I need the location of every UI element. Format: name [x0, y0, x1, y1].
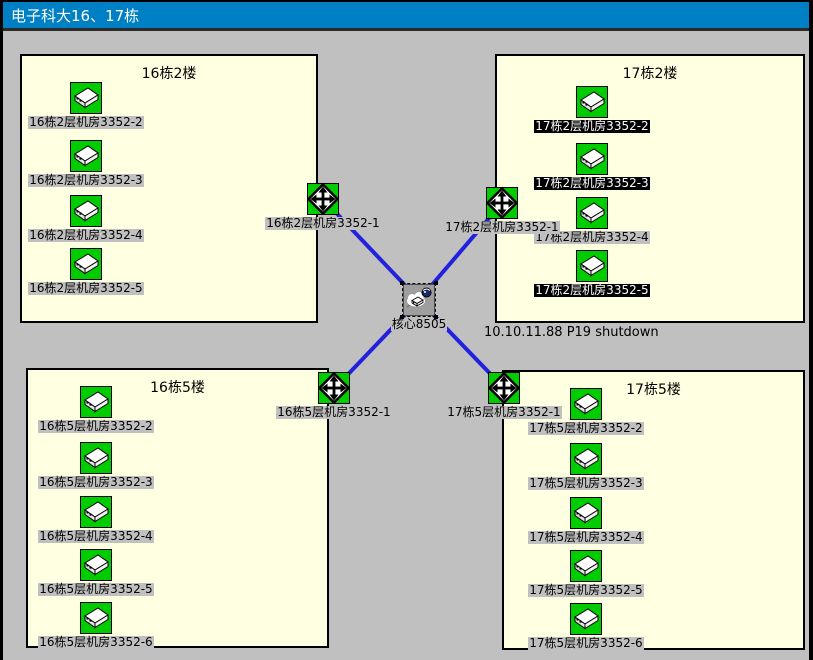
window-title: 电子科大16、17栋 [11, 5, 139, 26]
switch-icon [70, 248, 102, 280]
selection-handle [434, 281, 438, 285]
device-label: 17栋2层机房3352-1 [444, 221, 559, 234]
device-label: 16栋2层机房3352-2 [28, 116, 143, 129]
selection-handle [434, 315, 438, 319]
device-label: 17栋2层机房3352-2 [534, 120, 649, 133]
router-icon [486, 187, 518, 219]
switch-node-17f2-3352-3[interactable]: 17栋2层机房3352-3 [522, 143, 662, 190]
switch-icon [570, 497, 602, 529]
switch-icon [80, 496, 112, 528]
router-icon [307, 183, 339, 215]
switch-node-17f5-3352-4[interactable]: 17栋5层机房3352-4 [516, 497, 656, 544]
switch-node-16f5-3352-4[interactable]: 16栋5层机房3352-4 [26, 496, 166, 543]
selection-handle [400, 281, 404, 285]
device-label: 17栋5层机房3352-3 [528, 477, 643, 490]
switch-node-16f2-3352-3[interactable]: 16栋2层机房3352-3 [16, 140, 156, 187]
switch-icon [70, 140, 102, 172]
router-node-16f2-3352-1[interactable]: 16栋2层机房3352-1 [253, 183, 393, 230]
device-label: 核心8505 [391, 318, 448, 331]
switch-node-16f5-3352-5[interactable]: 16栋5层机房3352-5 [26, 549, 166, 596]
switch-node-17f5-3352-6[interactable]: 17栋5层机房3352-6 [516, 603, 656, 650]
switch-icon [570, 388, 602, 420]
switch-icon [80, 442, 112, 474]
switch-icon [70, 82, 102, 114]
switch-icon [80, 549, 112, 581]
device-label: 16栋5层机房3352-4 [38, 530, 153, 543]
device-label: 17栋5层机房3352-6 [528, 637, 643, 650]
switch-node-17f5-3352-3[interactable]: 17栋5层机房3352-3 [516, 443, 656, 490]
shutdown-annotation: 10.10.11.88 P19 shutdown [484, 325, 659, 340]
device-label: 16栋5层机房3352-1 [276, 406, 391, 419]
device-label: 17栋2层机房3352-5 [534, 284, 649, 297]
router-node-16f5-3352-1[interactable]: 16栋5层机房3352-1 [264, 372, 404, 419]
switch-node-16f5-3352-3[interactable]: 16栋5层机房3352-3 [26, 442, 166, 489]
switch-node-16f2-3352-5[interactable]: 16栋2层机房3352-5 [16, 248, 156, 295]
device-label: 17栋5层机房3352-2 [528, 422, 643, 435]
group-box-title: 16栋2楼 [22, 63, 316, 83]
switch-icon [576, 197, 608, 229]
switch-icon [570, 603, 602, 635]
window-border-right [809, 0, 813, 660]
switch-icon [80, 386, 112, 418]
window-border-top [0, 0, 813, 2]
router-icon [488, 372, 520, 404]
router-icon [318, 372, 350, 404]
device-label: 16栋5层机房3352-6 [38, 636, 153, 649]
core-switch-icon [403, 284, 435, 316]
title-bar: 电子科大16、17栋 [3, 2, 809, 28]
switch-node-16f2-3352-2[interactable]: 16栋2层机房3352-2 [16, 82, 156, 129]
switch-node-16f2-3352-4[interactable]: 16栋2层机房3352-4 [16, 195, 156, 242]
router-node-17f5-3352-1[interactable]: 17栋5层机房3352-1 [434, 372, 574, 419]
device-label: 16栋2层机房3352-4 [28, 229, 143, 242]
router-node-17f2-3352-1[interactable]: 17栋2层机房3352-1 [432, 187, 572, 234]
switch-node-17f2-3352-2[interactable]: 17栋2层机房3352-2 [522, 86, 662, 133]
switch-icon [70, 195, 102, 227]
switch-icon [576, 250, 608, 282]
device-label: 16栋5层机房3352-3 [38, 476, 153, 489]
core-switch-node[interactable]: 核心8505 [349, 284, 489, 331]
group-box-title: 17栋2楼 [497, 63, 803, 83]
device-label: 17栋5层机房3352-1 [446, 406, 561, 419]
switch-icon [80, 602, 112, 634]
window-border-left [0, 0, 3, 660]
switch-node-16f5-3352-2[interactable]: 16栋5层机房3352-2 [26, 386, 166, 433]
device-label: 16栋5层机房3352-5 [38, 583, 153, 596]
selection-handle [400, 315, 404, 319]
device-label: 16栋2层机房3352-5 [28, 282, 143, 295]
device-label: 16栋2层机房3352-3 [28, 174, 143, 187]
device-label: 16栋5层机房3352-2 [38, 420, 153, 433]
device-label: 17栋5层机房3352-4 [528, 531, 643, 544]
switch-node-16f5-3352-6[interactable]: 16栋5层机房3352-6 [26, 602, 166, 649]
switch-icon [570, 550, 602, 582]
device-label: 16栋2层机房3352-1 [265, 217, 380, 230]
switch-node-17f2-3352-5[interactable]: 17栋2层机房3352-5 [522, 250, 662, 297]
switch-icon [576, 86, 608, 118]
switch-icon [570, 443, 602, 475]
device-label: 17栋5层机房3352-5 [528, 584, 643, 597]
title-bar-separator [0, 28, 813, 31]
switch-icon [576, 143, 608, 175]
switch-node-17f5-3352-5[interactable]: 17栋5层机房3352-5 [516, 550, 656, 597]
